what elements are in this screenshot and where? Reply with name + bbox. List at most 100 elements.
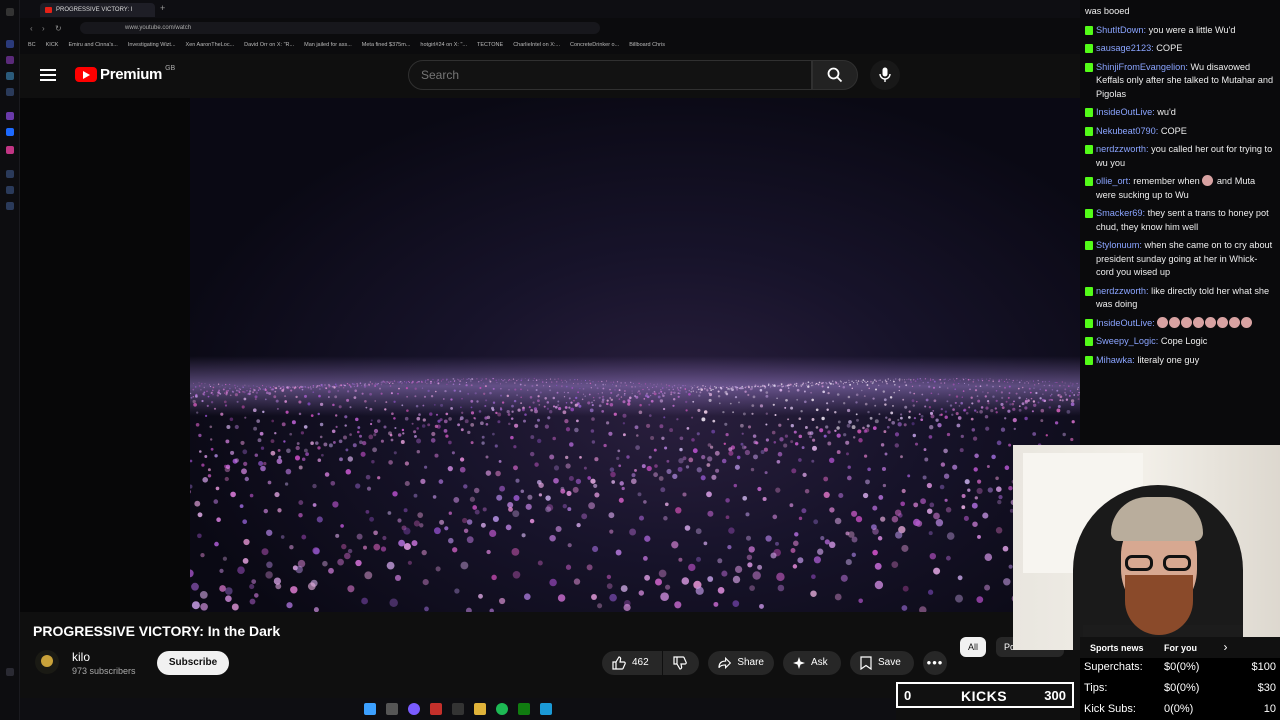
particle-dot — [584, 379, 587, 382]
particle-dot — [489, 380, 492, 383]
extension-icon[interactable] — [6, 88, 14, 96]
chat-username[interactable]: ollie_ort: — [1096, 176, 1131, 186]
extension-icon[interactable] — [6, 56, 14, 64]
chat-username[interactable]: sausage2123: — [1096, 43, 1154, 53]
bookmark-item[interactable]: hotgirl#24 on X: "... — [420, 38, 467, 52]
particle-dot — [307, 386, 310, 389]
channel-name[interactable]: kilo — [72, 650, 90, 664]
chip-sports-news[interactable]: Sports news — [1090, 643, 1144, 653]
instagram-icon[interactable] — [6, 146, 14, 154]
chat-username[interactable]: Sweepy_Logic: — [1096, 336, 1158, 346]
history-icon[interactable] — [6, 170, 14, 178]
obs-icon[interactable] — [452, 703, 464, 715]
chat-username[interactable]: Smacker69: — [1096, 208, 1145, 218]
particle-dot — [868, 387, 870, 390]
chat-username[interactable]: nerdzzworth: — [1096, 286, 1149, 296]
bookmark-item[interactable]: Xen AaronTheLoc... — [186, 38, 235, 52]
extension-icon[interactable] — [6, 40, 14, 48]
spotify-icon[interactable] — [496, 703, 508, 715]
bookmark-item[interactable]: Man jailed for ass... — [304, 38, 352, 52]
settings-icon[interactable] — [6, 202, 14, 210]
particle-dot — [224, 392, 226, 394]
particle-dot — [961, 396, 964, 398]
search-button[interactable] — [812, 60, 858, 90]
copilot-icon[interactable] — [408, 703, 420, 715]
particle-dot — [812, 438, 816, 442]
particle-dot — [701, 417, 706, 422]
twitch-icon[interactable] — [6, 112, 14, 120]
chat-username[interactable]: Mihawka: — [1096, 355, 1135, 365]
particle-dot — [1054, 381, 1056, 384]
particle-dot — [926, 482, 933, 489]
chat-username[interactable]: Stylonuum: — [1096, 240, 1142, 250]
url-field[interactable]: www.youtube.com/watch — [80, 22, 600, 34]
ask-button[interactable]: Ask — [783, 651, 841, 675]
menu-icon[interactable] — [40, 69, 56, 82]
share-button[interactable]: Share — [708, 651, 774, 675]
clock-icon[interactable] — [6, 186, 14, 194]
bookmark-item[interactable]: KICK — [46, 38, 59, 52]
folder-icon[interactable] — [474, 703, 486, 715]
bookmark-item[interactable]: BC — [28, 38, 36, 52]
youtube-logo[interactable]: Premium GB — [75, 65, 175, 83]
bookmark-item[interactable]: Billboard Chris — [629, 38, 665, 52]
particle-dot — [420, 478, 426, 485]
windows-start-icon[interactable] — [364, 703, 376, 715]
particle-dot — [354, 389, 357, 392]
chip-for-you[interactable]: For you — [1164, 643, 1197, 653]
reload-icon[interactable]: ↻ — [55, 24, 62, 33]
search-input[interactable] — [408, 60, 812, 90]
more-icon[interactable] — [6, 668, 14, 676]
particle-dot — [416, 449, 421, 454]
back-icon[interactable]: ‹ — [30, 24, 33, 33]
particle-dot — [563, 391, 565, 393]
particle-dot — [592, 381, 594, 383]
menu-icon[interactable] — [6, 8, 14, 16]
particle-dot — [1011, 381, 1013, 383]
tab-youtube[interactable]: PROGRESSIVE VICTORY: I — [40, 3, 155, 17]
like-button[interactable]: 462 — [602, 651, 662, 675]
save-button[interactable]: Save — [850, 651, 914, 675]
particle-dot — [586, 382, 588, 384]
chat-username[interactable]: ShutItDown: — [1096, 25, 1146, 35]
dislike-button[interactable] — [663, 651, 699, 675]
particle-dot — [463, 528, 469, 534]
voice-search-button[interactable] — [870, 60, 900, 90]
bookmark-item[interactable]: Meta fined $375m... — [362, 38, 411, 52]
bookmark-item[interactable]: Emiru and Cinna's... — [68, 38, 117, 52]
bookmark-item[interactable]: TECTONE — [477, 38, 503, 52]
particle-dot — [836, 426, 840, 430]
more-actions-button[interactable]: ••• — [923, 651, 947, 675]
chat-username[interactable]: Nekubeat0790: — [1096, 126, 1158, 136]
particle-dot — [501, 379, 503, 381]
bookmark-item[interactable]: Investigating Wizt... — [128, 38, 176, 52]
extension-icon[interactable] — [6, 72, 14, 80]
particle-dot — [864, 380, 866, 382]
steam-icon[interactable] — [540, 703, 552, 715]
bookmark-item[interactable]: David Orr on X: "R... — [244, 38, 294, 52]
forward-icon[interactable]: › — [42, 24, 45, 33]
particle-dot — [312, 386, 314, 388]
particle-dot — [190, 459, 193, 463]
channel-avatar[interactable] — [35, 650, 59, 674]
chat-username[interactable]: nerdzzworth: — [1096, 144, 1149, 154]
particle-dot — [524, 384, 526, 386]
messenger-icon[interactable] — [6, 128, 14, 136]
chat-username[interactable]: ShinjiFromEvangelion: — [1096, 62, 1188, 72]
chevron-right-icon[interactable]: › — [1224, 640, 1228, 654]
chip-all[interactable]: All — [960, 637, 987, 657]
chat-username[interactable]: InsideOutLive: — [1096, 318, 1155, 328]
chat-username[interactable]: InsideOutLive: — [1096, 107, 1155, 117]
bookmark-item[interactable]: ConcreteDrinker o... — [570, 38, 619, 52]
opera-icon[interactable] — [430, 703, 442, 715]
search-icon[interactable] — [386, 703, 398, 715]
new-tab-button[interactable]: + — [160, 3, 165, 13]
particle-dot — [386, 381, 388, 383]
particle-dot — [998, 380, 1000, 383]
xbox-icon[interactable] — [518, 703, 530, 715]
particle-dot — [790, 440, 794, 444]
particle-dot — [448, 417, 452, 421]
bookmark-item[interactable]: CharlieIntel on X:... — [513, 38, 560, 52]
video-player[interactable] — [190, 98, 1080, 612]
subscribe-button[interactable]: Subscribe — [157, 651, 229, 675]
